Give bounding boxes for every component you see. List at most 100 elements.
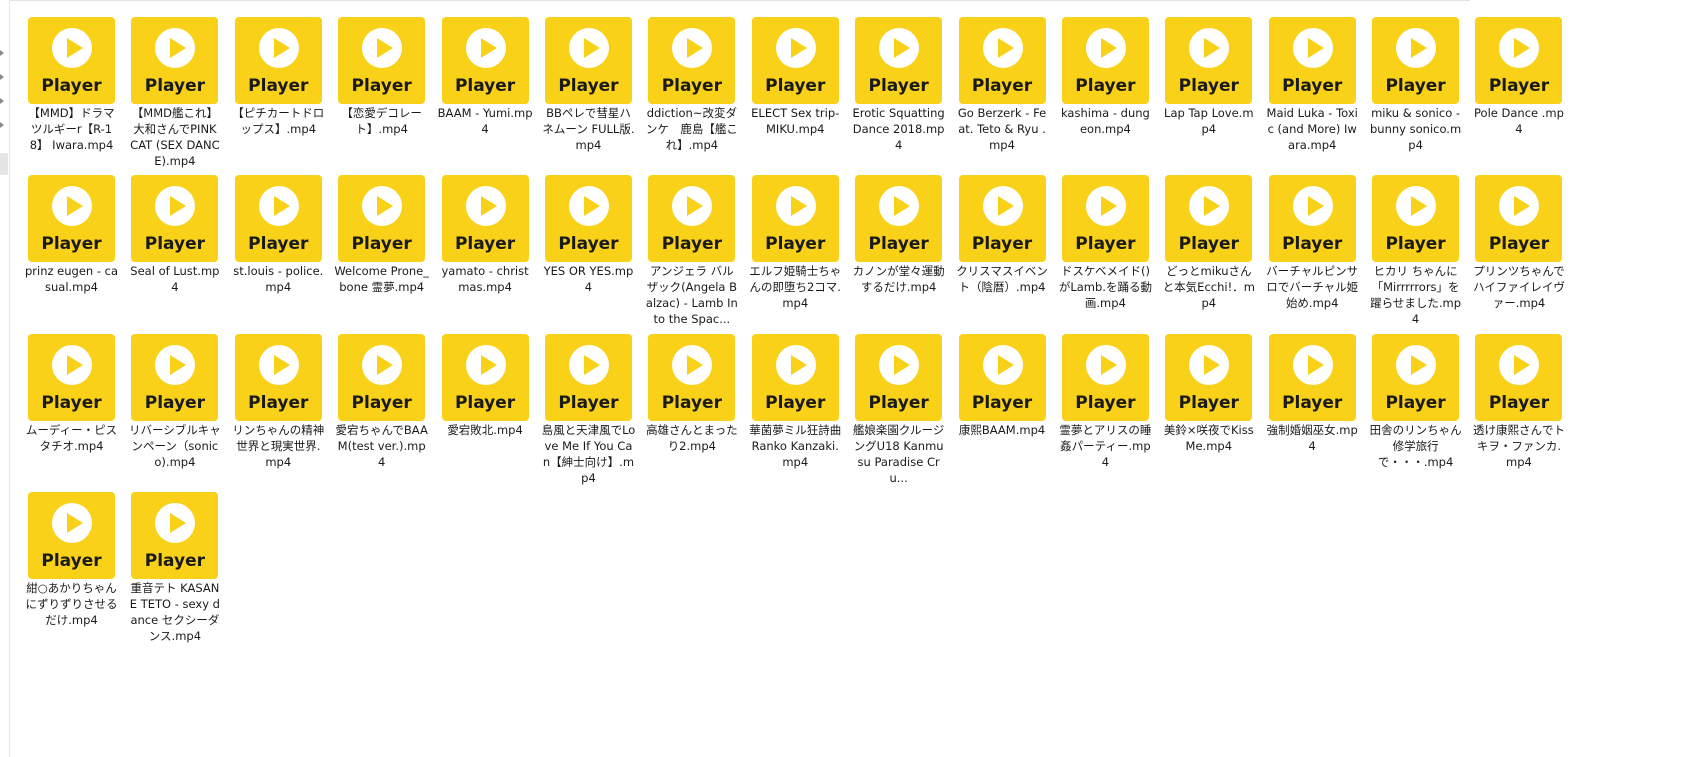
file-name[interactable]: YES OR YES.mp4	[541, 263, 636, 295]
navigation-pane[interactable]	[0, 0, 10, 757]
video-player-icon[interactable]: Player	[234, 17, 322, 104]
file-item[interactable]: Player Go Berzerk - Feat. Teto & Ryu .mp4	[958, 17, 1062, 175]
file-name[interactable]: リバーシブルキャンペーン（sonico).mp4	[127, 422, 222, 470]
file-item[interactable]: Player どっとmikuさんと本気Ecchi!．mp4	[1163, 175, 1268, 333]
file-name[interactable]: 美鈴×咲夜でKiss Me.mp4	[1161, 422, 1256, 454]
file-item[interactable]: Player Pole Dance .mp4	[1474, 17, 1578, 175]
video-player-icon[interactable]: Player	[234, 333, 322, 421]
file-item[interactable]: Player YES OR YES.mp4	[544, 175, 648, 333]
video-player-icon[interactable]: Player	[1061, 333, 1149, 421]
file-name[interactable]: アンジェラ バルザック(Angela Balzac) - Lamb Into t…	[644, 263, 739, 327]
file-item[interactable]: Player 【恋愛デコレート】.mp4	[338, 17, 441, 175]
file-item[interactable]: Player ドスケベメイド()がLamb.を踊る動画.mp4	[1059, 175, 1165, 333]
file-name[interactable]: エルフ姫騎士ちゃんの即堕ち2コマ.mp4	[748, 263, 843, 311]
file-name[interactable]: バーチャルピンサロでバーチャル姫始め.mp4	[1265, 263, 1360, 311]
file-item[interactable]: Player アンジェラ バルザック(Angela Balzac) - Lamb …	[646, 175, 751, 333]
file-item[interactable]: Player 高雄さんとまったり2.mp4	[646, 333, 751, 492]
file-item[interactable]: Player 重音テト KASANE TETO - sexy dance セクシー…	[130, 492, 234, 650]
video-player-icon[interactable]: Player	[441, 175, 529, 263]
video-player-icon[interactable]: Player	[648, 333, 736, 421]
video-player-icon[interactable]: Player	[958, 175, 1046, 263]
video-player-icon[interactable]: Player	[1165, 333, 1253, 421]
video-player-icon[interactable]: Player	[1061, 175, 1149, 263]
file-item[interactable]: Player バーチャルピンサロでバーチャル姫始め.mp4	[1266, 175, 1372, 333]
file-name[interactable]: Go Berzerk - Feat. Teto & Ryu .mp4	[955, 105, 1050, 153]
video-player-icon[interactable]: Player	[1372, 333, 1460, 421]
video-player-icon[interactable]: Player	[855, 175, 943, 263]
file-name[interactable]: カノンが堂々運動するだけ.mp4	[851, 263, 946, 295]
video-player-icon[interactable]: Player	[1268, 17, 1356, 104]
file-name[interactable]: 【恋愛デコレート】.mp4	[334, 105, 429, 137]
file-item[interactable]: Player st.louis - police.mp4	[233, 175, 338, 333]
file-item[interactable]: Player ヒカリ ちゃんに「Mirrrrrors」を躍らせました.mp4	[1370, 175, 1475, 333]
file-name[interactable]: どっとmikuさんと本気Ecchi!．mp4	[1161, 263, 1256, 311]
file-name[interactable]: Lap Tap Love.mp4	[1161, 105, 1256, 137]
file-name[interactable]: 艦娘楽園クルージングU18 Kanmusu Paradise Cru...	[851, 422, 946, 486]
expand-arrow-icon[interactable]	[0, 74, 4, 80]
file-name[interactable]: リンちゃんの精神世界と現実世界.mp4	[231, 422, 326, 470]
file-item[interactable]: Player 霊夢とアリスの睡姦パーティー.mp4	[1059, 333, 1165, 492]
file-name[interactable]: ムーディー・ピスタチオ.mp4	[24, 422, 119, 454]
file-item[interactable]: Player エルフ姫騎士ちゃんの即堕ち2コマ.mp4	[749, 175, 855, 333]
file-name[interactable]: 愛宕敗北.mp4	[438, 422, 533, 438]
file-item[interactable]: Player 艦娘楽園クルージングU18 Kanmusu Paradise Cru…	[853, 333, 958, 492]
file-item[interactable]: Player 【MMD艦これ】大和さんでPINK CAT (SEX DANCE).…	[130, 17, 234, 175]
file-item[interactable]: Player クリスマスイベント（陰暦）.mp4	[956, 175, 1062, 333]
file-item[interactable]: Player Maid Luka - Toxic (and More) Iwara…	[1267, 17, 1372, 175]
file-name[interactable]: 霊夢とアリスの睡姦パーティー.mp4	[1058, 422, 1153, 470]
video-player-icon[interactable]: Player	[28, 175, 115, 263]
video-player-icon[interactable]: Player	[338, 175, 426, 263]
video-player-icon[interactable]: Player	[441, 333, 529, 421]
video-player-icon[interactable]: Player	[1061, 17, 1149, 104]
file-item[interactable]: Player リバーシブルキャンペーン（sonico).mp4	[129, 333, 234, 492]
video-player-icon[interactable]: Player	[648, 17, 736, 104]
file-item[interactable]: Player 【MMD】ドラマツルギーr【R-18】 Iwara.mp4	[28, 17, 131, 175]
file-name[interactable]: Seal of Lust.mp4	[127, 263, 222, 295]
file-item[interactable]: Player 華菌夢ミル狂詩曲 Ranko Kanzaki.mp4	[749, 333, 855, 492]
file-name[interactable]: 高雄さんとまったり2.mp4	[644, 422, 739, 454]
file-item[interactable]: Player prinz eugen - casual.mp4	[25, 175, 131, 333]
video-player-icon[interactable]: Player	[958, 17, 1046, 104]
file-name[interactable]: 重音テト KASANE TETO - sexy dance セクシーダンス.mp…	[127, 580, 222, 644]
file-name[interactable]: BAAM - Yumi.mp4	[438, 105, 533, 137]
file-item[interactable]: Player ムーディー・ピスタチオ.mp4	[26, 333, 131, 492]
file-name[interactable]: 強制婚姻巫女.mp4	[1265, 422, 1360, 454]
file-name[interactable]: ドスケベメイド()がLamb.を踊る動画.mp4	[1058, 263, 1153, 311]
video-player-icon[interactable]: Player	[855, 17, 943, 104]
file-item[interactable]: Player kashima - dungeon.mp4	[1061, 17, 1165, 175]
video-player-icon[interactable]: Player	[751, 17, 839, 104]
video-player-icon[interactable]: Player	[131, 333, 219, 421]
file-name[interactable]: 田舎のリンちゃん 修学旅行で・・・.mp4	[1368, 422, 1464, 470]
file-item[interactable]: Player Welcome Prone_bone 霊夢.mp4	[334, 175, 441, 333]
expand-arrow-icon[interactable]	[0, 50, 4, 56]
file-item[interactable]: Player リンちゃんの精神世界と現実世界.mp4	[232, 333, 338, 492]
video-player-icon[interactable]: Player	[441, 17, 529, 104]
file-item[interactable]: Player BAAM - Yumi.mp4	[438, 17, 545, 175]
file-name[interactable]: 島風と天津風でLove Me If You Can【紳士向け】.mp4	[541, 422, 636, 486]
video-player-icon[interactable]: Player	[1372, 17, 1460, 104]
file-item[interactable]: Player BBペレで彗星ハネムーン FULL版.mp4	[542, 17, 648, 175]
video-player-icon[interactable]: Player	[648, 175, 736, 263]
file-item[interactable]: Player カノンが堂々運動するだけ.mp4	[853, 175, 958, 333]
video-player-icon[interactable]: Player	[1475, 17, 1563, 104]
video-player-icon[interactable]: Player	[1475, 333, 1563, 421]
video-player-icon[interactable]: Player	[751, 333, 839, 421]
file-name[interactable]: Pole Dance .mp4	[1471, 105, 1566, 137]
file-name[interactable]: 【MMD】ドラマツルギーr【R-18】 Iwara.mp4	[24, 105, 119, 153]
video-player-icon[interactable]: Player	[28, 492, 115, 580]
file-item[interactable]: Player 康熙BAAM.mp4	[958, 333, 1062, 492]
file-name[interactable]: 【ピチカートドロップス】.mp4	[231, 105, 326, 137]
file-name[interactable]: miku & sonico - bunny sonico.mp4	[1368, 105, 1463, 153]
file-item[interactable]: Player 愛宕ちゃんでBAAM(test ver.).mp4	[335, 333, 441, 492]
file-name[interactable]: ELECT Sex trip-MIKU.mp4	[748, 105, 843, 137]
file-item[interactable]: Player Erotic Squatting Dance 2018.mp4	[853, 17, 958, 175]
nav-selected-item[interactable]	[0, 153, 8, 175]
file-item[interactable]: Player 【ピチカートドロップス】.mp4	[232, 17, 338, 175]
video-player-icon[interactable]: Player	[544, 175, 632, 263]
video-player-icon[interactable]: Player	[1372, 175, 1460, 263]
file-name[interactable]: Erotic Squatting Dance 2018.mp4	[851, 105, 946, 153]
file-item[interactable]: Player 島風と天津風でLove Me If You Can【紳士向け】.mp…	[542, 333, 648, 492]
file-name[interactable]: Maid Luka - Toxic (and More) Iwara.mp4	[1265, 105, 1360, 153]
video-player-icon[interactable]: Player	[338, 17, 426, 104]
video-player-icon[interactable]: Player	[855, 333, 943, 421]
